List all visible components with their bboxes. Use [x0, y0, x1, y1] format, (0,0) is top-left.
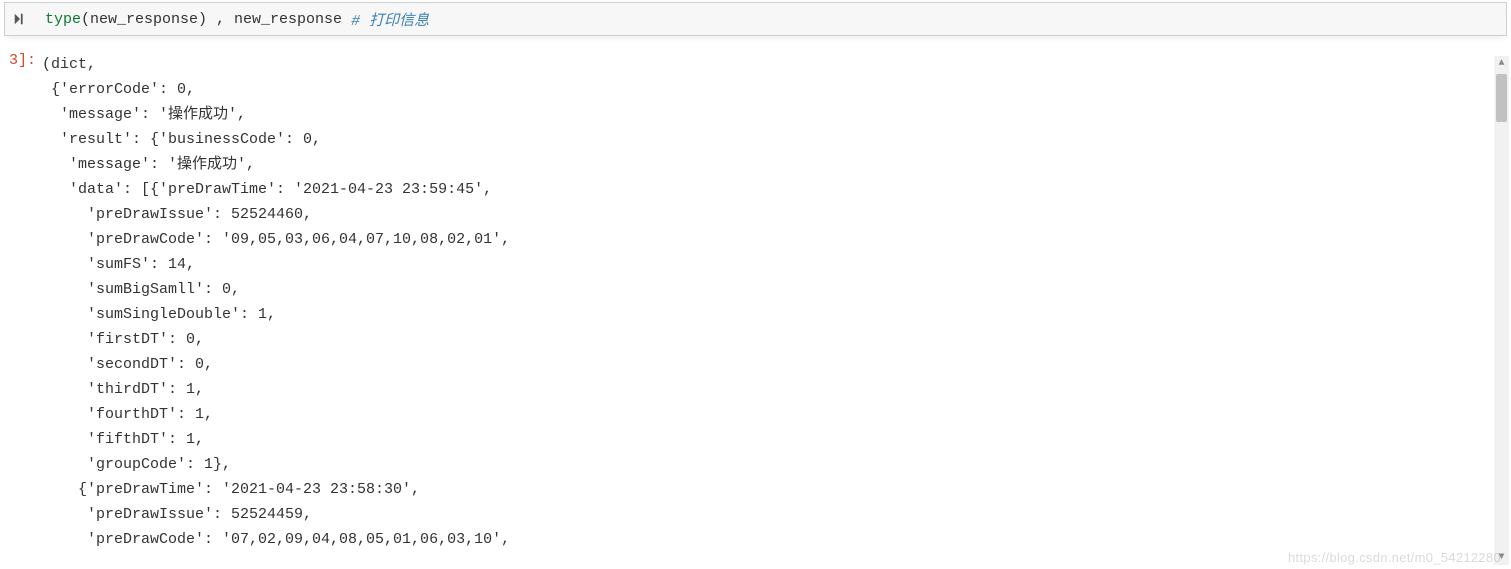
watermark-text: https://blog.csdn.net/m0_54212280: [1288, 550, 1501, 565]
output-cell: 3]: (dict, {'errorCode': 0, 'message': '…: [0, 52, 1511, 552]
run-button[interactable]: [5, 3, 35, 35]
output-text: (dict, {'errorCode': 0, 'message': '操作成功…: [42, 52, 1511, 552]
run-to-icon: [13, 12, 27, 26]
vertical-scrollbar[interactable]: ▲ ▼: [1494, 56, 1509, 565]
scrollbar-thumb[interactable]: [1496, 74, 1507, 122]
scroll-up-button[interactable]: ▲: [1494, 56, 1509, 71]
code-token-comment: # 打印信息: [351, 9, 429, 30]
code-token-plain: (new_response) , new_response: [81, 11, 351, 28]
code-input-cell: type(new_response) , new_response # 打印信息: [4, 2, 1507, 36]
code-token-builtin: type: [45, 11, 81, 28]
output-prompt: 3]:: [0, 52, 42, 552]
code-input-area[interactable]: type(new_response) , new_response # 打印信息: [35, 3, 1506, 35]
